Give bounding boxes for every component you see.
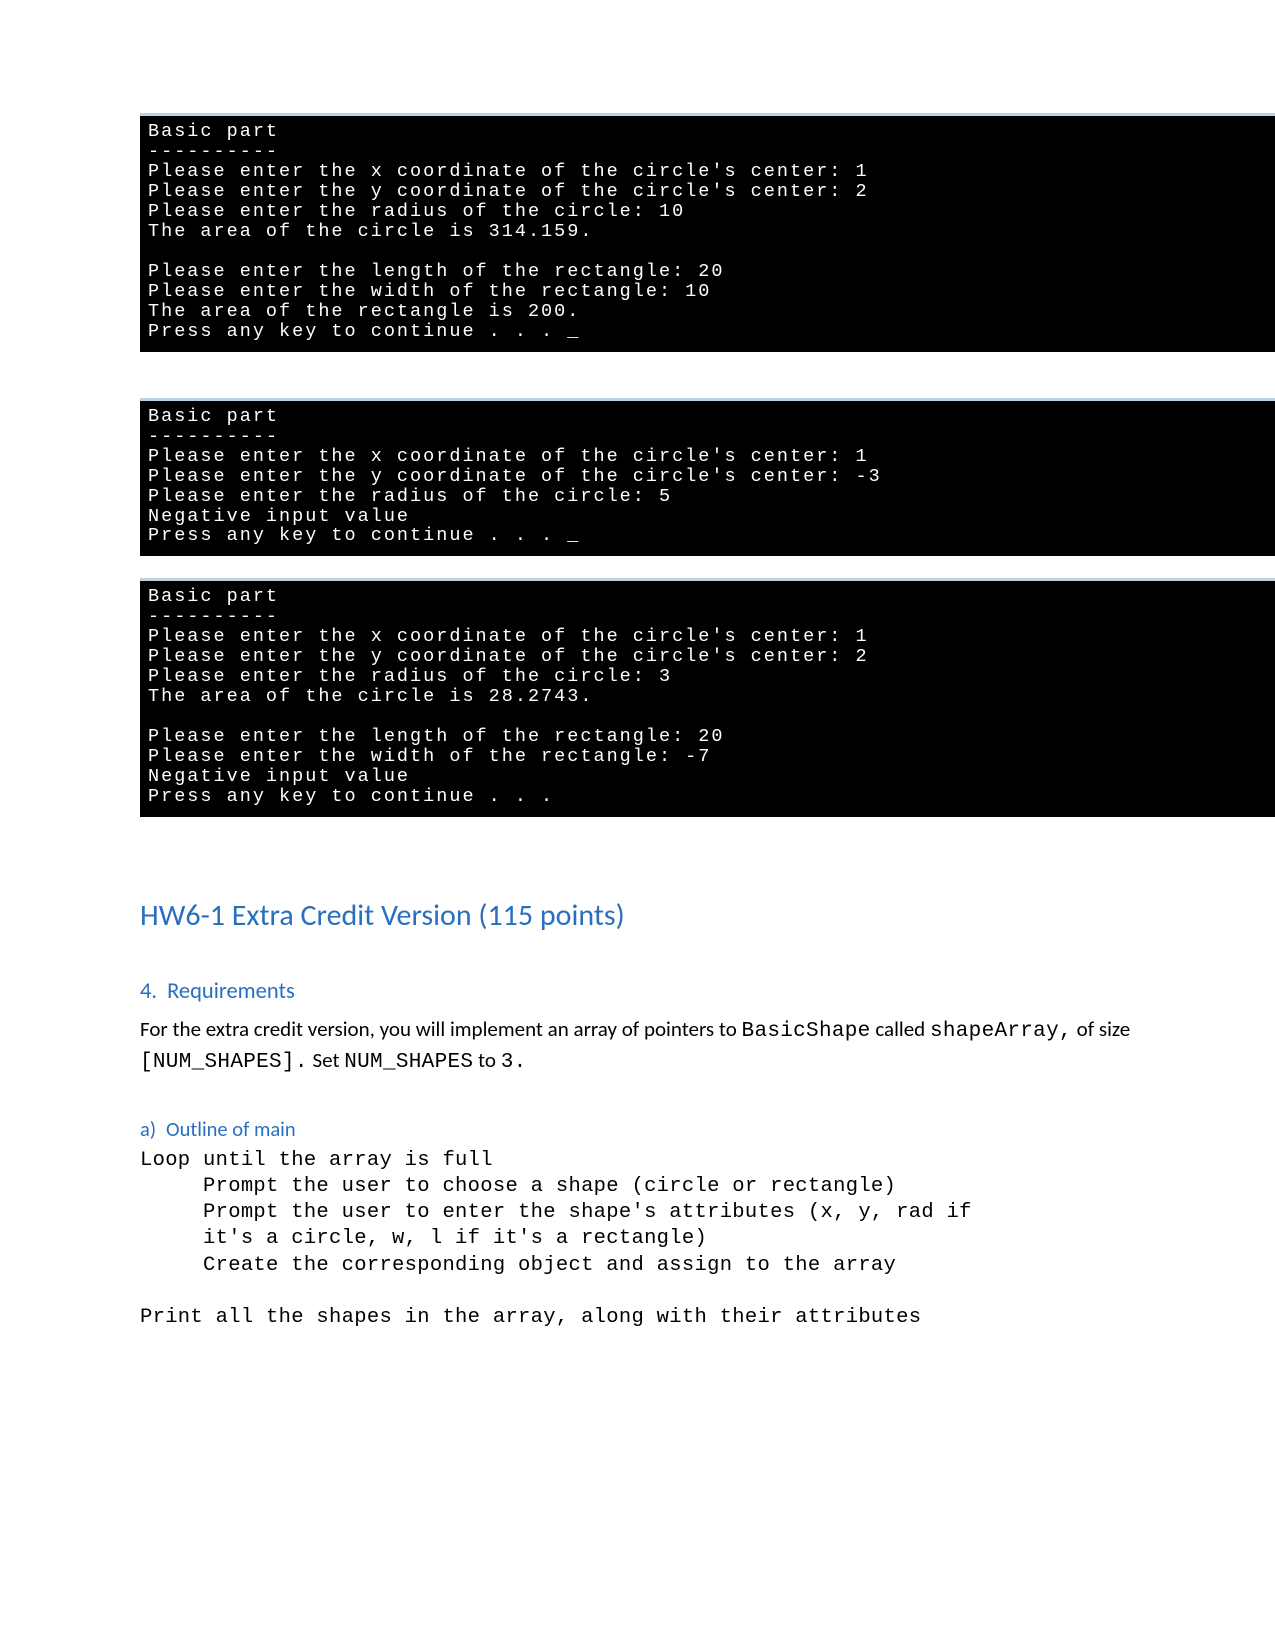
code-numshapes: NUM_SHAPES xyxy=(344,1051,473,1074)
code-numshapes-bracket: [NUM_SHAPES]. xyxy=(140,1051,308,1074)
code-three: 3. xyxy=(501,1051,527,1074)
code-basicshape: BasicShape xyxy=(742,1020,871,1043)
text-run: For the extra credit version, you will i… xyxy=(140,1016,742,1042)
paragraph-requirements: For the extra credit version, you will i… xyxy=(140,1015,1135,1078)
top-margin xyxy=(140,0,1135,113)
text-run: to xyxy=(473,1047,500,1073)
terminal-output-3: Basic part ---------- Please enter the x… xyxy=(140,578,1275,817)
text-run: Set xyxy=(308,1047,345,1073)
code-shapearray: shapeArray, xyxy=(930,1020,1072,1043)
heading-text: Outline of main xyxy=(166,1116,296,1142)
heading-number: 4. xyxy=(140,978,157,1005)
code-outline-main: Loop until the array is full Prompt the … xyxy=(140,1148,1135,1332)
heading-requirements: 4. Requirements xyxy=(140,978,1135,1005)
text-run: of size xyxy=(1072,1016,1130,1042)
heading-text: Requirements xyxy=(167,978,295,1005)
page: Basic part ---------- Please enter the x… xyxy=(0,0,1275,1650)
spacer xyxy=(140,352,1135,398)
heading-letter: a) xyxy=(140,1116,156,1142)
spacer xyxy=(140,556,1135,578)
text-run: called xyxy=(871,1016,930,1042)
terminal-output-1: Basic part ---------- Please enter the x… xyxy=(140,113,1275,352)
heading-extra-credit: HW6-1 Extra Credit Version (115 points) xyxy=(140,897,1135,934)
terminal-output-2: Basic part ---------- Please enter the x… xyxy=(140,398,1275,557)
heading-outline-main: a) Outline of main xyxy=(140,1116,1135,1142)
